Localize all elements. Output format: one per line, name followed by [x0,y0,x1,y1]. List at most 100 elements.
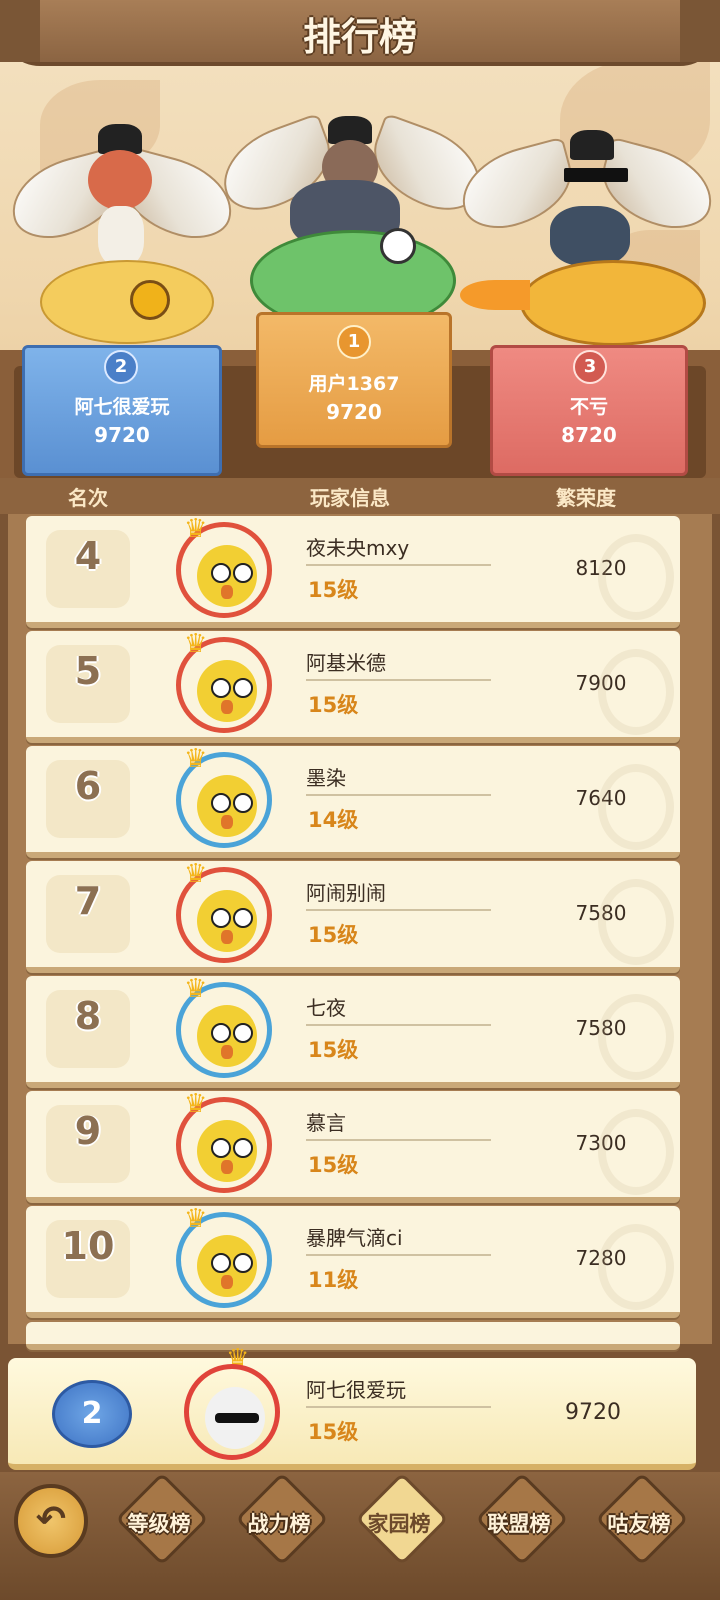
rank-number: 7 [74,879,102,923]
rank-number: 5 [74,649,102,693]
podium-name: 不亏 [569,396,608,418]
avatar-eye [211,678,231,698]
table-row-partial[interactable] [26,1322,680,1350]
hat [570,130,614,160]
avatar-beak [221,1275,233,1289]
player-name: 阿闹别闹 [306,881,386,905]
table-row[interactable]: 8 ♛ 七夜 15级 7580 [26,976,680,1088]
player-level: 14级 [308,808,359,832]
column-player: 玩家信息 [310,486,390,510]
rank-number: 6 [74,764,102,808]
rank-number: 10 [61,1224,115,1268]
avatar-beak [221,700,233,714]
tab-label: 战力榜 [247,1512,311,1536]
row-decoration [598,1109,674,1195]
table-row[interactable]: 4 ♛ 夜未央mxy 15级 8120 [26,516,680,628]
tab-2[interactable]: 家园榜 [346,1472,452,1566]
column-rank: 名次 [68,486,108,510]
avatar-eye [233,908,253,928]
player-name: 阿基米德 [306,651,386,675]
bottom-nav: ↶ 等级榜 战力榜 家园榜 联盟榜 咕友榜 [0,1472,720,1600]
frog-eye [380,228,416,264]
straw-hat-mount [40,260,214,344]
avatar-eye [211,1138,231,1158]
table-row[interactable]: 10 ♛ 暴脾气滴ci 11级 7280 [26,1206,680,1318]
player-level: 15级 [308,1153,359,1177]
rank-number: 8 [74,994,102,1038]
table-row[interactable]: 5 ♛ 阿基米德 15级 7900 [26,631,680,743]
divider [306,794,491,796]
my-rank-row[interactable]: 2 ♛ 阿七很爱玩 15级 9720 [8,1344,696,1470]
rank-2-character[interactable] [2,120,242,350]
player-name: 慕言 [306,1111,346,1135]
tab-0[interactable]: 等级榜 [106,1472,212,1566]
rank-number: 9 [74,1109,102,1153]
row-decoration [598,649,674,735]
table-row[interactable]: 7 ♛ 阿闹别闹 15级 7580 [26,861,680,973]
avatar-beak [221,585,233,599]
podium-area: 排行榜 2 阿七很爱玩 9720 1 用户1367 9720 3 不亏 8720 [0,0,720,490]
divider [306,1139,491,1141]
player-name: 夜未央mxy [306,536,410,560]
tab-label: 家园榜 [367,1512,431,1536]
row-decoration [598,994,674,1080]
tab-4[interactable]: 咕友榜 [586,1472,692,1566]
column-header: 名次 玩家信息 繁荣度 [0,478,720,514]
avatar-beak [221,1045,233,1059]
tab-label: 咕友榜 [607,1512,671,1536]
avatar-eye [233,1023,253,1043]
my-rank-badge: 2 [52,1380,132,1448]
podium-score: 9720 [326,400,382,424]
podium-score: 8720 [561,423,617,447]
player-level: 11级 [308,1268,359,1292]
player-name: 墨染 [306,766,346,790]
crown-icon: ♛ [184,516,208,544]
tab-1[interactable]: 战力榜 [226,1472,332,1566]
divider [306,679,491,681]
podium-rank-3[interactable]: 3 不亏 8720 [490,345,688,476]
player-level: 15级 [308,1038,359,1062]
divider [306,1024,491,1026]
rank-number: 4 [74,534,102,578]
avatar-beak [221,1160,233,1174]
crown-icon: ♛ [184,631,208,659]
player-level: 15级 [308,693,359,717]
avatar-eye [211,1253,231,1273]
avatar-eye [233,1253,253,1273]
page-title: 排行榜 [302,15,417,59]
avatar-eye [211,563,231,583]
player-name: 七夜 [306,996,346,1020]
table-row[interactable]: 9 ♛ 慕言 15级 7300 [26,1091,680,1203]
tab-3[interactable]: 联盟榜 [466,1472,572,1566]
divider [306,564,491,566]
tab-label: 等级榜 [127,1512,191,1536]
podium-rank-1[interactable]: 1 用户1367 9720 [256,312,452,448]
tab-label: 联盟榜 [487,1512,551,1536]
rank-3-character[interactable] [452,120,720,360]
rank-badge: 1 [337,325,371,359]
my-name: 阿七很爱玩 [306,1378,406,1402]
avatar-beak [221,930,233,944]
back-arrow-icon[interactable]: ↶ [14,1484,88,1558]
player-level: 15级 [308,923,359,947]
avatar[interactable] [184,1364,280,1460]
podium-name: 用户1367 [308,373,400,395]
avatar-beak [221,815,233,829]
avatar-eye [211,1023,231,1043]
divider [306,1406,491,1408]
rocket-flame [460,280,530,310]
avatar-eye [211,793,231,813]
rank-badge: 3 [573,350,607,384]
crown-icon: ♛ [184,861,208,889]
row-decoration [598,879,674,965]
podium-rank-2[interactable]: 2 阿七很爱玩 9720 [22,345,222,476]
rank-1-character[interactable] [210,110,494,331]
column-score: 繁荣度 [556,486,616,510]
crown-icon: ♛ [184,1206,208,1234]
table-row[interactable]: 6 ♛ 墨染 14级 7640 [26,746,680,858]
rank-badge: 2 [104,350,138,384]
my-score: 9720 [565,1400,621,1425]
my-level: 15级 [308,1420,359,1444]
divider [306,1254,491,1256]
avatar-eye [233,1138,253,1158]
